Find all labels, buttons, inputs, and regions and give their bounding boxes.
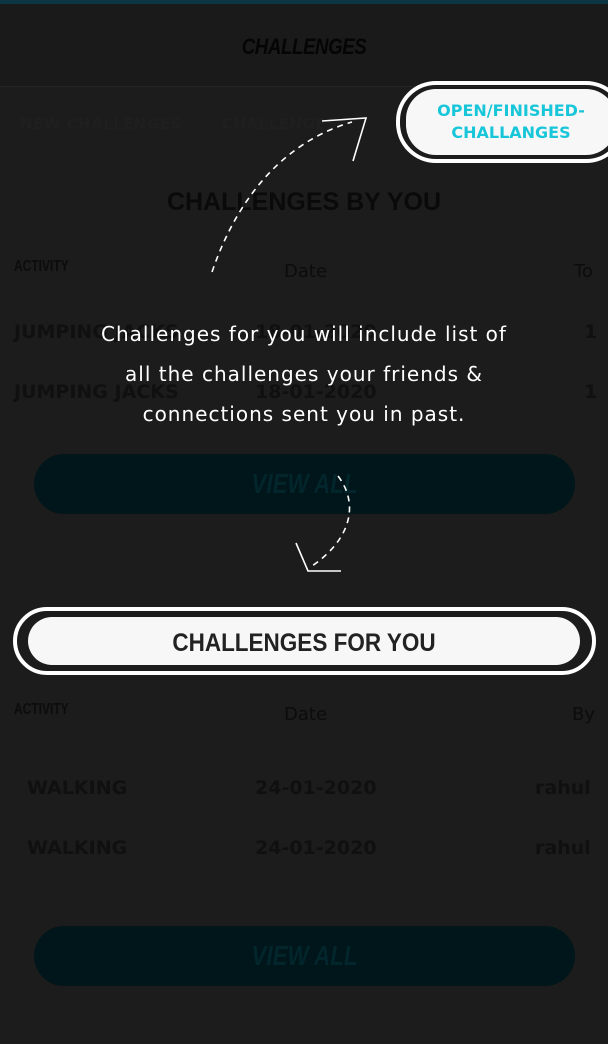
column-header-by: By	[572, 704, 596, 725]
view-all-label: VIEW ALL	[251, 468, 358, 499]
table-row-by: rahul	[535, 777, 591, 799]
tab-open-finished-challenges[interactable]: OPEN/FINISHED- CHALLANGES	[406, 89, 608, 155]
view-all-button[interactable]: VIEW ALL	[34, 926, 575, 986]
table-row-to: 1	[584, 321, 598, 343]
table-row-date: 24-01-2020	[255, 837, 377, 859]
tab-new-challenges[interactable]: NEW CHALLENGES	[20, 115, 182, 133]
challenges-by-you-title: CHALLENGES BY YOU	[166, 188, 442, 216]
column-header-activity: ACTIVITY	[14, 701, 69, 718]
coachmark-description: Challenges for you will include list of …	[64, 314, 544, 434]
app-header: CHALLENGES	[0, 4, 608, 87]
table-row-by: rahul	[535, 837, 591, 859]
challenges-for-you-title: CHALLENGES FOR YOU	[172, 629, 436, 657]
table-row-to: 1	[584, 381, 598, 403]
coachmark-text-line1: Challenges for you will include list of	[101, 322, 507, 346]
view-all-button[interactable]: VIEW ALL	[34, 454, 575, 514]
tab-open-finished-label-line2: CHALLANGES	[451, 123, 571, 142]
column-header-activity: ACTIVITY	[14, 258, 69, 275]
coachmark-text-line3: connections sent you in past.	[142, 402, 466, 426]
table-row-date: 24-01-2020	[255, 777, 377, 799]
page-title: CHALLENGES	[241, 34, 367, 59]
tab-challenges[interactable]: CHALLENGES	[222, 115, 337, 133]
column-header-to: To	[574, 261, 593, 282]
table-row-activity: WALKING	[27, 777, 128, 799]
arrowhead-down-icon	[295, 542, 341, 572]
view-all-label: VIEW ALL	[251, 940, 358, 971]
tab-open-finished-label-line1: OPEN/FINISHED-	[437, 101, 585, 120]
coachmark-text-line2: all the challenges your friends &	[125, 362, 483, 386]
table-row-activity: WALKING	[27, 837, 128, 859]
column-header-date: Date	[284, 704, 328, 725]
column-header-date: Date	[284, 261, 328, 282]
